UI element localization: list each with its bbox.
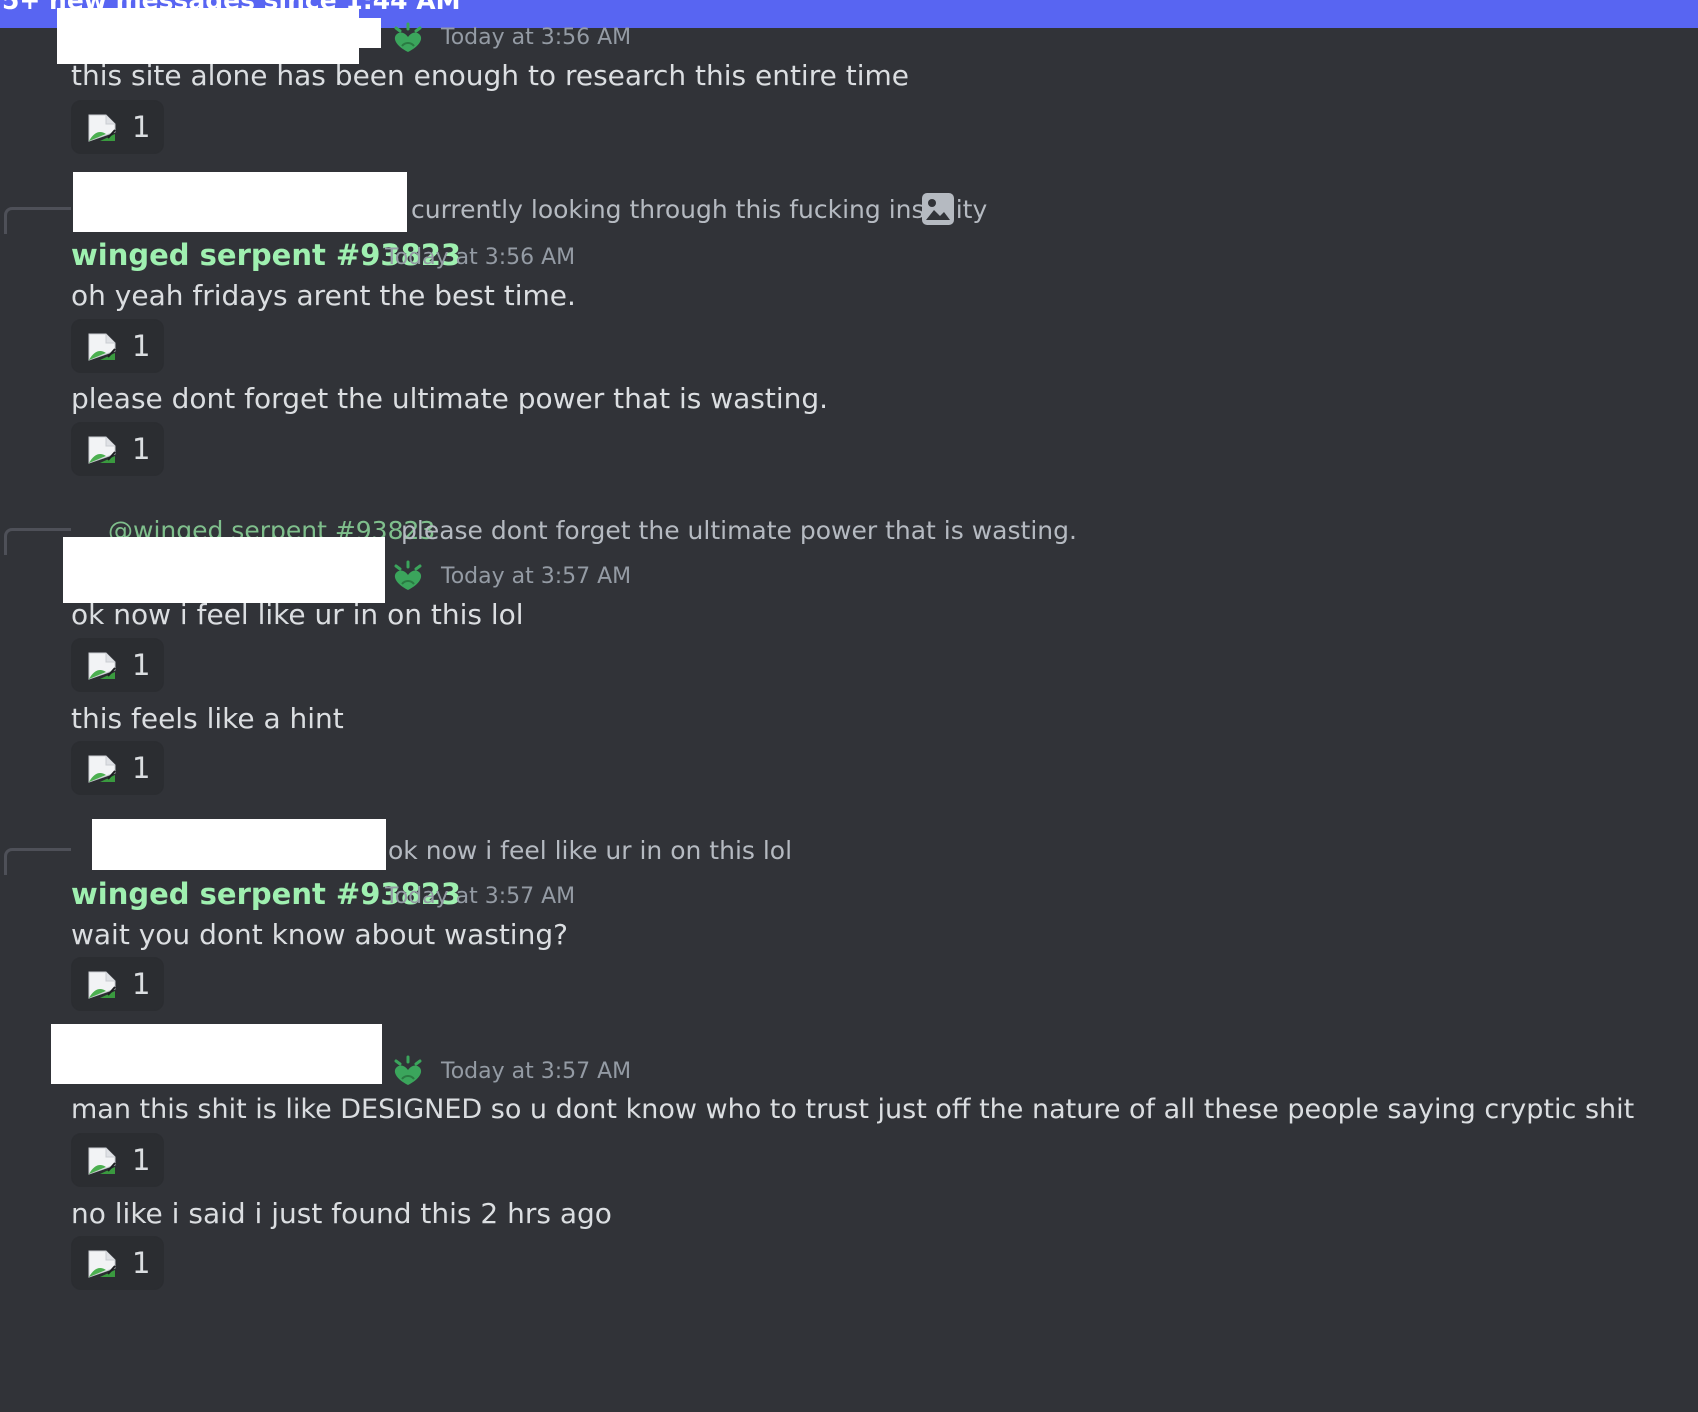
message-timestamp: Today at 3:57 AM [441,564,632,589]
reaction-count: 1 [132,1246,151,1280]
broken-image-icon [86,969,118,1001]
broken-image-icon [86,753,118,785]
reaction-count: 1 [132,329,151,363]
message-text: ok now i feel like ur in on this lol [71,598,524,631]
broken-image-icon [86,1248,118,1280]
message-text: oh yeah fridays arent the best time. [71,279,576,312]
reaction-button[interactable]: 1 [71,957,164,1011]
reaction-button[interactable]: 1 [71,741,164,795]
image-icon [922,193,954,225]
reply-preview-text[interactable]: ok now i feel like ur in on this lol [388,836,792,865]
message-timestamp: Today at 3:57 AM [385,884,576,909]
reaction-button[interactable]: 1 [71,638,164,692]
broken-image-icon [86,331,118,363]
reaction-button[interactable]: 1 [71,422,164,476]
message-timestamp: Today at 3:56 AM [385,245,576,270]
message-timestamp: Today at 3:57 AM [441,1059,632,1084]
message-text: this site alone has been enough to resea… [71,59,909,92]
reaction-count: 1 [132,648,151,682]
reply-connector [4,207,71,234]
flower-badge-icon [390,1055,426,1087]
message-text: this feels like a hint [71,702,344,735]
reply-preview-text[interactable]: currently looking through this fucking i… [411,195,987,224]
broken-image-icon [86,650,118,682]
reaction-count: 1 [132,967,151,1001]
broken-image-icon [86,434,118,466]
reaction-count: 1 [132,751,151,785]
redacted-reply-author [92,819,386,870]
reaction-button[interactable]: 1 [71,100,164,154]
message-text: man this shit is like DESIGNED so u dont… [71,1094,1635,1125]
reaction-button[interactable]: 1 [71,1133,164,1187]
reaction-count: 1 [132,432,151,466]
message-text: please dont forget the ultimate power th… [71,382,829,415]
broken-image-icon [86,1145,118,1177]
redacted-username [51,1024,382,1084]
redacted-username [57,8,359,64]
reply-preview-text[interactable]: please dont forget the ultimate power th… [401,516,1077,545]
flower-badge-icon [390,560,426,592]
redacted-username-extension [355,18,381,48]
reaction-count: 1 [132,110,151,144]
reaction-button[interactable]: 1 [71,319,164,373]
message-text: no like i said i just found this 2 hrs a… [71,1197,612,1230]
redacted-username [63,537,385,603]
reaction-button[interactable]: 1 [71,1236,164,1290]
broken-image-icon [86,112,118,144]
message-text: wait you dont know about wasting? [71,918,568,951]
message-timestamp: Today at 3:56 AM [441,25,632,50]
reaction-count: 1 [132,1143,151,1177]
reply-connector [4,848,71,875]
redacted-reply-author [73,172,407,232]
reply-connector [4,528,71,555]
flower-badge-icon [390,22,426,54]
